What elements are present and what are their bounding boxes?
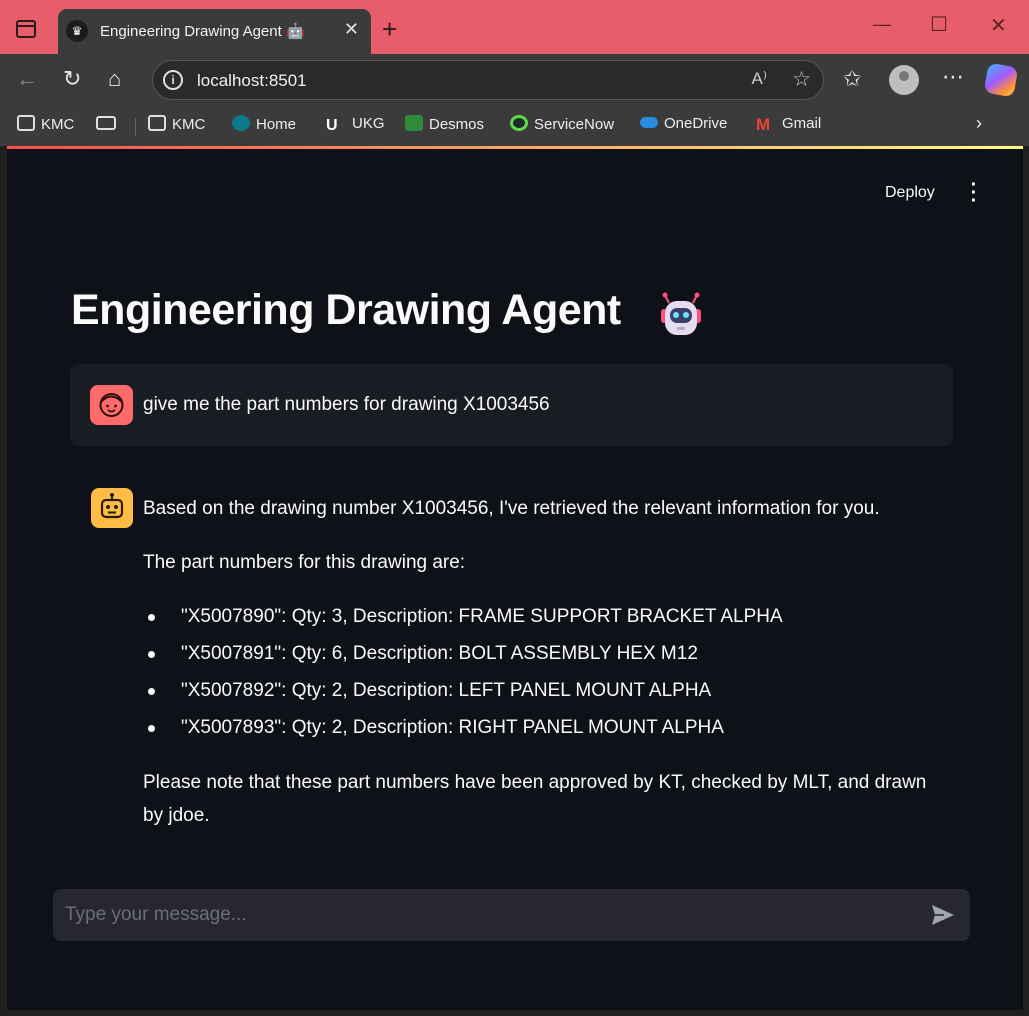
chat-message-input[interactable]: [53, 889, 913, 941]
chat-input-container: [53, 889, 970, 941]
streamlit-favicon-icon: ♛: [66, 20, 88, 42]
assistant-intro-text: Based on the drawing number X1003456, I'…: [143, 498, 880, 519]
part-list-item: "X5007890": Qty: 3, Description: FRAME S…: [143, 600, 943, 637]
main-menu-icon[interactable]: · · ·: [969, 175, 979, 211]
bookmarks-bar: KMC KMC Home U UKG Desmos ServiceNow OneD…: [0, 106, 1029, 146]
close-window-icon[interactable]: ✕: [990, 13, 1007, 38]
bookmark-desmos[interactable]: Desmos: [405, 115, 484, 133]
bookmark-kmc-folder[interactable]: KMC: [148, 115, 205, 133]
bookmark-label: Home: [256, 116, 297, 133]
user-message: give me the part numbers for drawing X10…: [70, 364, 953, 446]
tablet-icon: [96, 116, 116, 130]
bookmark-onedrive[interactable]: OneDrive: [640, 115, 727, 132]
home-icon[interactable]: ⌂: [108, 66, 121, 92]
favorites-icon[interactable]: ✩: [843, 66, 861, 92]
tab-close-icon[interactable]: ✕: [344, 19, 359, 40]
part-list-item: "X5007891": Qty: 6, Description: BOLT AS…: [143, 637, 943, 674]
part-list-item: "X5007892": Qty: 2, Description: LEFT PA…: [143, 674, 943, 711]
desmos-icon: [405, 115, 423, 131]
assistant-avatar: [91, 488, 133, 528]
user-avatar: [90, 385, 133, 425]
send-icon[interactable]: [930, 903, 956, 927]
robot-face-icon: [100, 493, 124, 519]
bookmark-gmail[interactable]: M Gmail: [756, 115, 822, 134]
deploy-button[interactable]: Deploy: [885, 184, 935, 202]
assistant-message: Based on the drawing number X1003456, I'…: [143, 492, 943, 853]
bookmark-servicenow[interactable]: ServiceNow: [510, 115, 614, 133]
url-text[interactable]: localhost:8501: [197, 71, 307, 91]
tab-actions-icon[interactable]: [16, 20, 36, 38]
maximize-icon[interactable]: ☐: [930, 12, 948, 37]
assistant-lead-text: The part numbers for this drawing are:: [143, 552, 466, 573]
ukg-icon: U: [326, 117, 338, 134]
bookmark-label: KMC: [172, 116, 206, 133]
address-bar[interactable]: i localhost:8501 A⁾ ☆: [152, 60, 824, 100]
bookmarks-overflow-chevron-icon[interactable]: ›: [976, 113, 982, 134]
bookmark-label: KMC: [41, 116, 75, 133]
gmail-icon: M: [756, 115, 771, 134]
user-message-text: give me the part numbers for drawing X10…: [143, 394, 550, 415]
minimize-icon[interactable]: —: [873, 14, 891, 35]
briefcase-folder-icon: [17, 115, 35, 131]
window-titlebar: ♛ Engineering Drawing Agent 🤖 ✕ + — ☐ ✕: [0, 0, 1029, 54]
navigation-bar: ← ↻ ⌂ i localhost:8501 A⁾ ☆ ✩ ⋯: [0, 54, 1029, 106]
more-menu-icon[interactable]: ⋯: [942, 64, 964, 90]
back-icon[interactable]: ←: [16, 66, 38, 92]
favorite-star-icon[interactable]: ☆: [792, 67, 811, 92]
bookmark-label: OneDrive: [664, 115, 728, 132]
sharepoint-icon: [232, 115, 250, 131]
bookmark-ukg[interactable]: U UKG: [326, 115, 385, 134]
onedrive-icon: [640, 117, 658, 128]
part-list-item: "X5007893": Qty: 2, Description: RIGHT P…: [143, 711, 943, 748]
profile-avatar[interactable]: [889, 65, 919, 95]
tab-title: Engineering Drawing Agent 🤖: [100, 23, 305, 40]
refresh-icon[interactable]: ↻: [63, 66, 81, 92]
bookmark-separator: [135, 118, 136, 136]
bookmark-label: Gmail: [782, 115, 822, 132]
bookmark-label: UKG: [352, 115, 385, 132]
folder-icon: [148, 115, 166, 131]
bookmark-kmc-work[interactable]: KMC: [17, 115, 74, 133]
servicenow-icon: [510, 115, 528, 131]
site-info-icon[interactable]: i: [163, 70, 183, 90]
read-aloud-icon[interactable]: A⁾: [751, 69, 767, 89]
copilot-icon[interactable]: [983, 62, 1019, 98]
bookmark-home[interactable]: Home: [232, 115, 296, 133]
bookmark-label: Desmos: [429, 116, 485, 133]
part-number-list: "X5007890": Qty: 3, Description: FRAME S…: [143, 600, 943, 748]
bookmark-label: ServiceNow: [534, 116, 615, 133]
app-container: Deploy · · · Engineering Drawing Agent giv…: [7, 146, 1023, 1010]
assistant-note-text: Please note that these part numbers have…: [143, 772, 927, 826]
face-icon: [99, 393, 124, 417]
robot-emoji-icon: [661, 292, 701, 335]
browser-tab[interactable]: ♛ Engineering Drawing Agent 🤖 ✕: [58, 9, 371, 54]
new-tab-icon[interactable]: +: [382, 14, 397, 45]
bookmark-tablet[interactable]: [96, 115, 122, 132]
page-title: Engineering Drawing Agent: [71, 286, 621, 334]
